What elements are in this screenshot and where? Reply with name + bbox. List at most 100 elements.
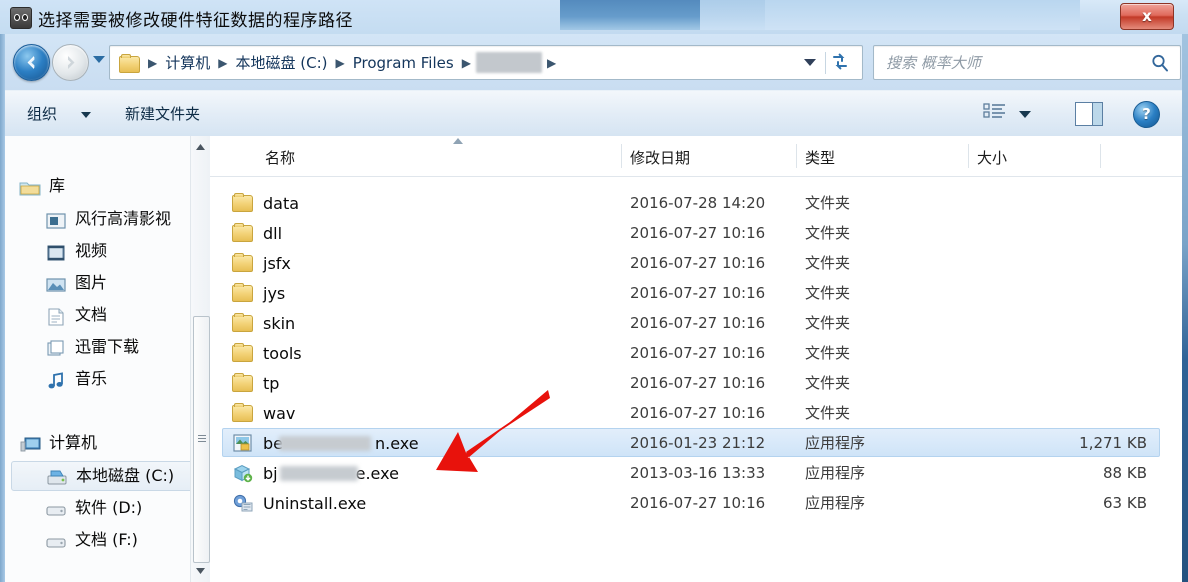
column-header-type[interactable]: 类型 — [805, 147, 835, 168]
address-chevron-down-icon[interactable] — [804, 59, 816, 66]
file-name-cell[interactable]: tools — [232, 338, 302, 368]
file-name-cell[interactable]: Uninstall.exe — [232, 488, 366, 518]
table-row[interactable]: jsfx 2016-07-27 10:16 文件夹 — [210, 248, 1182, 278]
video-library-icon — [45, 210, 67, 229]
file-type: 应用程序 — [805, 464, 866, 482]
search-icon[interactable] — [1150, 53, 1170, 77]
file-name: be n.exe — [263, 434, 419, 453]
organize-button[interactable]: 组织 — [27, 103, 57, 124]
recent-locations-chevron-down-icon[interactable] — [93, 56, 105, 63]
breadcrumb-separator: ▶ — [461, 55, 471, 70]
download-icon — [45, 338, 67, 356]
file-date: 2016-07-27 10:16 — [630, 374, 766, 392]
sidebar-group-computer[interactable]: 计算机 — [19, 428, 97, 458]
sidebar-item-drive-d[interactable]: 软件 (D:) — [45, 493, 142, 523]
file-name-cell[interactable]: bj e.exe — [232, 458, 399, 488]
file-picker-window: 选择需要被修改硬件特征数据的程序路径 x ▶ 计算机 ▶ 本地磁盘 (C:) ▶… — [0, 0, 1188, 582]
file-name-cell[interactable]: jys — [232, 278, 285, 308]
breadcrumb-separator: ▶ — [218, 55, 228, 70]
column-divider[interactable] — [796, 144, 797, 168]
column-header-name[interactable]: 名称 — [265, 147, 295, 168]
file-name-cell[interactable]: data — [232, 188, 299, 218]
file-date: 2016-07-27 10:16 — [630, 224, 766, 242]
file-name: jys — [263, 283, 286, 303]
table-row[interactable]: wav 2016-07-27 10:16 文件夹 — [210, 398, 1182, 428]
file-size: 63 KB — [1103, 494, 1147, 512]
file-name-cell[interactable]: tp — [232, 368, 279, 398]
scroll-up-arrow-icon[interactable] — [191, 138, 210, 157]
new-folder-button[interactable]: 新建文件夹 — [125, 103, 200, 124]
file-date: 2016-07-27 10:16 — [630, 284, 766, 302]
sidebar-item-drive-f[interactable]: 文档 (F:) — [45, 525, 138, 555]
file-name-cell[interactable]: skin — [232, 308, 295, 338]
table-row[interactable]: tp 2016-07-27 10:16 文件夹 — [210, 368, 1182, 398]
table-row[interactable]: bj e.exe 2013-03-16 13:33 应用程序 88 KB — [210, 458, 1182, 488]
organize-chevron-down-icon[interactable] — [81, 112, 91, 118]
film-icon — [45, 242, 67, 261]
sidebar-group-label: 库 — [49, 176, 66, 195]
folder-icon — [232, 403, 254, 423]
breadcrumb-address-bar[interactable]: ▶ 计算机 ▶ 本地磁盘 (C:) ▶ Program Files ▶ 概率大师… — [109, 45, 863, 80]
refresh-icon[interactable] — [825, 52, 854, 74]
forward-button[interactable] — [52, 44, 89, 81]
breadcrumb-item-computer[interactable]: 计算机 — [162, 52, 213, 73]
table-row[interactable]: Uninstall.exe 2016-07-27 10:16 应用程序 63 K… — [210, 488, 1182, 518]
sidebar-item-thunder-downloads[interactable]: 迅雷下载 — [45, 332, 139, 362]
sidebar-item-label: 文档 — [75, 305, 108, 324]
file-size — [870, 188, 1147, 218]
file-type: 文件夹 — [805, 374, 851, 392]
file-size — [870, 368, 1147, 398]
sidebar-item-documents[interactable]: 文档 — [45, 300, 107, 330]
breadcrumb-item-current-folder[interactable]: 概率大师 — [475, 52, 542, 73]
table-row[interactable]: dll 2016-07-27 10:16 文件夹 — [210, 218, 1182, 248]
installer-exe-icon — [232, 463, 254, 483]
column-header-date[interactable]: 修改日期 — [630, 147, 690, 168]
column-header-size[interactable]: 大小 — [977, 147, 1007, 168]
file-name: wav — [263, 403, 296, 423]
music-note-icon — [45, 370, 67, 389]
column-divider[interactable] — [968, 144, 969, 168]
sidebar-scrollbar[interactable] — [190, 136, 210, 582]
sidebar-item-local-disk-c[interactable]: 本地磁盘 (C:) — [11, 461, 201, 491]
file-name-cell[interactable]: dll — [232, 218, 282, 248]
breadcrumb-item-local-disk[interactable]: 本地磁盘 (C:) — [232, 52, 330, 73]
file-name-cell[interactable]: be n.exe — [232, 428, 419, 458]
preview-pane-icon[interactable] — [1075, 102, 1103, 126]
file-name-cell[interactable]: wav — [232, 398, 295, 428]
file-name-cell[interactable]: jsfx — [232, 248, 291, 278]
column-headers: 名称 修改日期 类型 大小 — [210, 136, 1182, 177]
scroll-down-arrow-icon[interactable] — [191, 561, 210, 580]
sidebar-item-videos[interactable]: 视频 — [45, 236, 107, 266]
back-button[interactable] — [13, 44, 50, 81]
close-button[interactable]: x — [1120, 3, 1174, 30]
sidebar-scroll-thumb[interactable] — [193, 316, 210, 563]
table-row[interactable]: jys 2016-07-27 10:16 文件夹 — [210, 278, 1182, 308]
sidebar-item-label: 风行高清影视 — [75, 209, 172, 228]
table-row[interactable]: skin 2016-07-27 10:16 文件夹 — [210, 308, 1182, 338]
system-drive-icon — [46, 467, 68, 485]
column-divider[interactable] — [621, 144, 622, 168]
file-date: 2016-07-27 10:16 — [630, 494, 766, 512]
table-row[interactable]: tools 2016-07-27 10:16 文件夹 — [210, 338, 1182, 368]
file-date: 2016-07-27 10:16 — [630, 344, 766, 362]
search-placeholder: 搜索 概率大师 — [886, 54, 981, 72]
file-type: 文件夹 — [805, 284, 851, 302]
search-input[interactable]: 搜索 概率大师 — [873, 45, 1181, 80]
breadcrumb-item-program-files[interactable]: Program Files — [350, 54, 457, 72]
file-size — [870, 338, 1147, 368]
content-area: 库 风行高清影视 视频 图片 文档 迅雷下载 音乐 计算机 本地磁盘 (C:) … — [5, 136, 1182, 582]
address-bar-row: ▶ 计算机 ▶ 本地磁盘 (C:) ▶ Program Files ▶ 概率大师… — [5, 34, 1182, 90]
table-row[interactable]: data 2016-07-28 14:20 文件夹 — [210, 188, 1182, 218]
help-button[interactable]: ? — [1133, 101, 1160, 128]
list-view-icon[interactable] — [983, 102, 1009, 124]
sidebar-item-fengxing-video[interactable]: 风行高清影视 — [45, 204, 171, 234]
file-type: 应用程序 — [805, 494, 866, 512]
column-divider[interactable] — [1100, 144, 1101, 168]
sidebar-group-libraries[interactable]: 库 — [19, 171, 65, 201]
sidebar-item-music[interactable]: 音乐 — [45, 364, 107, 394]
back-arrow-icon — [27, 56, 35, 69]
sidebar-item-pictures[interactable]: 图片 — [45, 268, 107, 298]
table-row-selected[interactable]: be n.exe 2016-01-23 21:12 应用程序 1,271 KB — [210, 428, 1182, 458]
view-chevron-down-icon[interactable] — [1019, 111, 1031, 118]
computer-icon — [19, 434, 41, 452]
